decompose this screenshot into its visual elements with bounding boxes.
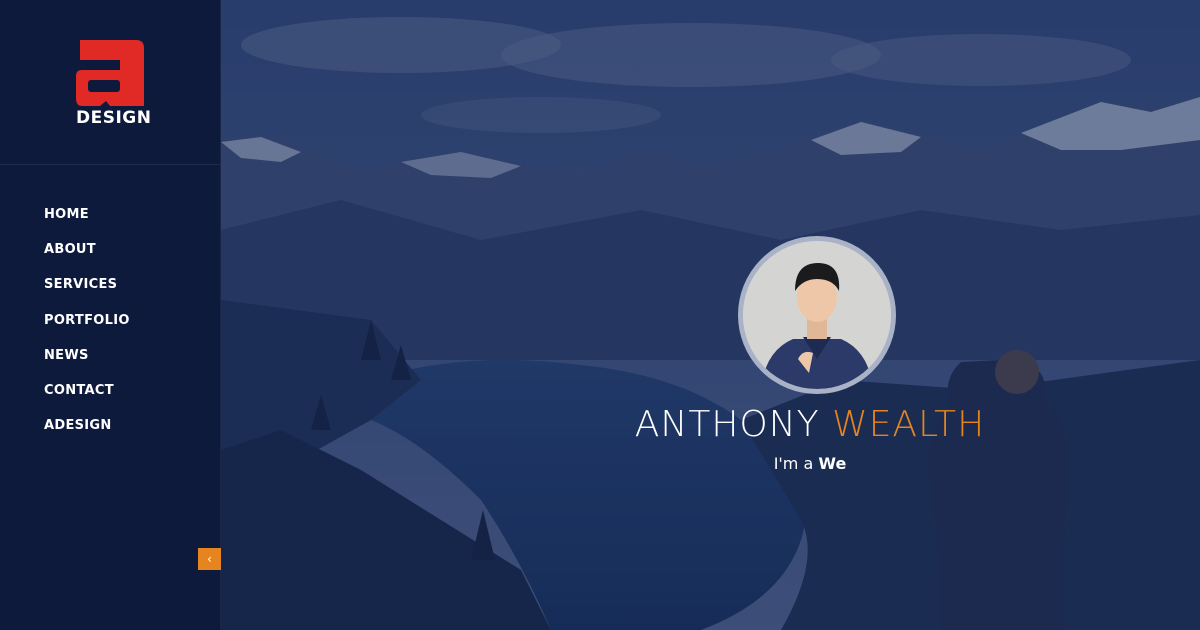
nav-link-adesign[interactable]: ADESIGN	[44, 418, 112, 433]
tagline-prefix: I'm a	[773, 454, 814, 473]
person-portrait-icon	[743, 241, 891, 389]
logo-a-icon	[76, 40, 144, 106]
nav-item-news: NEWS	[44, 344, 130, 379]
nav-item-portfolio: PORTFOLIO	[44, 309, 130, 344]
nav-link-news[interactable]: NEWS	[44, 348, 89, 363]
hero-section: ANTHONY WEALTH I'm a We	[221, 0, 1200, 630]
nav-link-about[interactable]: ABOUT	[44, 242, 96, 257]
page: DESIGN HOME ABOUT SERVICES PORTFOLIO NEW…	[0, 0, 1200, 630]
nav-item-contact: CONTACT	[44, 379, 130, 414]
chevron-left-icon: ‹	[207, 552, 212, 566]
profile-avatar	[738, 236, 896, 394]
nav-item-home: HOME	[44, 203, 130, 238]
nav-link-contact[interactable]: CONTACT	[44, 383, 114, 398]
nav-link-portfolio[interactable]: PORTFOLIO	[44, 313, 130, 328]
nav-item-services: SERVICES	[44, 273, 130, 308]
nav-link-services[interactable]: SERVICES	[44, 277, 117, 292]
nav-item-adesign: ADESIGN	[44, 414, 130, 449]
nav-link-home[interactable]: HOME	[44, 207, 89, 222]
nav-item-about: ABOUT	[44, 238, 130, 273]
logo-text: DESIGN	[76, 108, 152, 128]
hero-last-name: WEALTH	[832, 404, 986, 445]
hero-first-name: ANTHONY	[634, 404, 820, 445]
hero-name: ANTHONY WEALTH	[624, 404, 996, 445]
logo-area: DESIGN	[0, 0, 221, 165]
tagline-role: We	[818, 454, 847, 473]
sidebar-toggle-button[interactable]: ‹	[198, 548, 221, 570]
sidebar: DESIGN HOME ABOUT SERVICES PORTFOLIO NEW…	[0, 0, 221, 630]
main-nav: HOME ABOUT SERVICES PORTFOLIO NEWS CONTA…	[44, 203, 130, 449]
hero-tagline: I'm a We	[671, 454, 949, 473]
hero-overlay	[221, 0, 1200, 630]
